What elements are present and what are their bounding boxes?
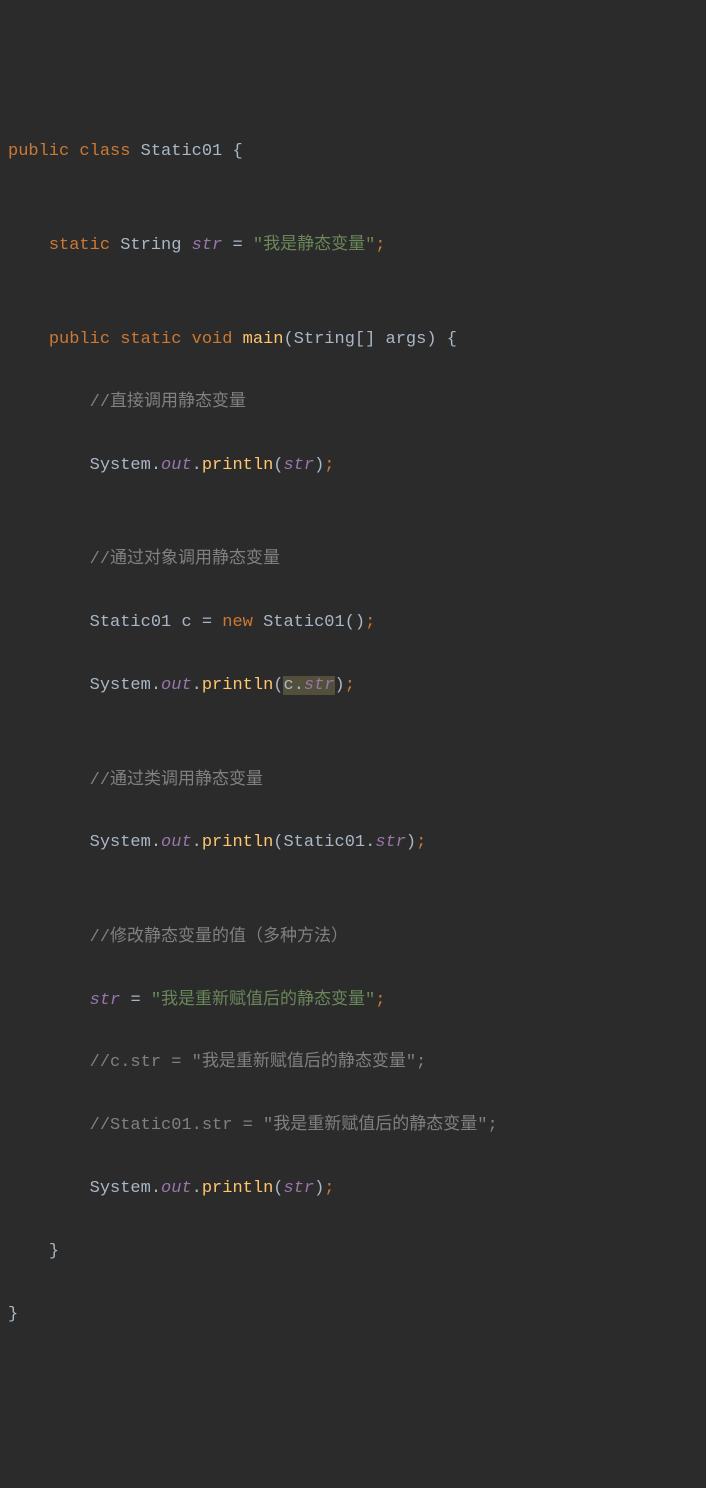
code-line: static String str = "我是静态变量";	[8, 230, 698, 261]
brace-close: }	[49, 1242, 59, 1261]
code-line: //c.str = "我是重新赋值后的静态变量";	[8, 1047, 698, 1078]
field-str: str	[283, 456, 314, 475]
semicolon: ;	[375, 236, 385, 255]
highlighted-expr: c.str	[283, 676, 334, 695]
code-line: System.out.println(str);	[8, 1173, 698, 1204]
paren-close: )	[314, 1179, 324, 1198]
keyword-public: public	[49, 330, 110, 349]
dot: .	[192, 1179, 202, 1198]
type-string: String	[294, 330, 355, 349]
dot: .	[151, 676, 161, 695]
code-line: }	[8, 1236, 698, 1267]
semicolon: ;	[365, 613, 375, 632]
brace-open: {	[232, 142, 242, 161]
comment: //Static01.str = "我是重新赋值后的静态变量";	[90, 1116, 498, 1135]
keyword-class: class	[79, 142, 130, 161]
var-c: c	[181, 613, 191, 632]
field-str: str	[375, 833, 406, 852]
dot: .	[151, 456, 161, 475]
code-line: //直接调用静态变量	[8, 387, 698, 418]
keyword-new: new	[222, 613, 253, 632]
field-out: out	[161, 676, 192, 695]
keyword-static: static	[120, 330, 181, 349]
ctor-name: Static01	[263, 613, 345, 632]
field-out: out	[161, 1179, 192, 1198]
type-static01: Static01	[90, 613, 172, 632]
paren-open: (	[273, 833, 283, 852]
comment: //直接调用静态变量	[90, 393, 246, 412]
code-line: System.out.println(Static01.str);	[8, 827, 698, 858]
semicolon: ;	[345, 676, 355, 695]
dot: .	[151, 833, 161, 852]
system: System	[90, 676, 151, 695]
brace-open: {	[447, 330, 457, 349]
keyword-static: static	[49, 236, 110, 255]
code-line: public static void main(String[] args) {	[8, 324, 698, 355]
method-println: println	[202, 833, 273, 852]
paren-open: (	[273, 456, 283, 475]
code-line: //通过类调用静态变量	[8, 765, 698, 796]
method-println: println	[202, 1179, 273, 1198]
ctor-parens: ()	[345, 613, 365, 632]
code-line: Static01 c = new Static01();	[8, 607, 698, 638]
comment: //通过类调用静态变量	[90, 771, 263, 790]
paren-open: (	[283, 330, 293, 349]
code-line: System.out.println(str);	[8, 450, 698, 481]
dot: .	[151, 1179, 161, 1198]
array-brackets: []	[355, 330, 375, 349]
dot: .	[294, 676, 304, 695]
code-line: public class Static01 {	[8, 136, 698, 167]
semicolon: ;	[375, 991, 385, 1010]
dot: .	[365, 833, 375, 852]
field-str: str	[304, 676, 335, 695]
field-out: out	[161, 456, 192, 475]
comment: //修改静态变量的值（多种方法）	[90, 928, 348, 947]
type-string: String	[120, 236, 181, 255]
system: System	[90, 456, 151, 475]
param-args: args	[386, 330, 427, 349]
field-str: str	[283, 1179, 314, 1198]
semicolon: ;	[324, 1179, 334, 1198]
paren-open: (	[273, 676, 283, 695]
var-c: c	[283, 676, 293, 695]
system: System	[90, 1179, 151, 1198]
method-println: println	[202, 676, 273, 695]
paren-close: )	[406, 833, 416, 852]
code-line: //修改静态变量的值（多种方法）	[8, 922, 698, 953]
code-editor[interactable]: public class Static01 { static String st…	[8, 136, 698, 1331]
string-literal: "我是静态变量"	[253, 236, 375, 255]
code-line: //Static01.str = "我是重新赋值后的静态变量";	[8, 1110, 698, 1141]
method-main: main	[243, 330, 284, 349]
field-str: str	[192, 236, 223, 255]
semicolon: ;	[416, 833, 426, 852]
code-line: str = "我是重新赋值后的静态变量";	[8, 985, 698, 1016]
dot: .	[192, 456, 202, 475]
dot: .	[192, 676, 202, 695]
equals: =	[232, 236, 242, 255]
keyword-void: void	[192, 330, 233, 349]
code-line: }	[8, 1299, 698, 1330]
paren-close: )	[314, 456, 324, 475]
system: System	[90, 833, 151, 852]
code-line: System.out.println(c.str);	[8, 670, 698, 701]
brace-close: }	[8, 1305, 18, 1324]
dot: .	[192, 833, 202, 852]
paren-close: )	[335, 676, 345, 695]
class-name: Static01	[141, 142, 223, 161]
field-str: str	[90, 991, 121, 1010]
method-println: println	[202, 456, 273, 475]
keyword-public: public	[8, 142, 69, 161]
equals: =	[130, 991, 140, 1010]
comment: //通过对象调用静态变量	[90, 550, 280, 569]
code-line: //通过对象调用静态变量	[8, 544, 698, 575]
equals: =	[202, 613, 212, 632]
paren-open: (	[273, 1179, 283, 1198]
string-literal: "我是重新赋值后的静态变量"	[151, 991, 375, 1010]
paren-close: )	[426, 330, 436, 349]
semicolon: ;	[324, 456, 334, 475]
class-ref: Static01	[283, 833, 365, 852]
field-out: out	[161, 833, 192, 852]
comment: //c.str = "我是重新赋值后的静态变量";	[90, 1053, 427, 1072]
